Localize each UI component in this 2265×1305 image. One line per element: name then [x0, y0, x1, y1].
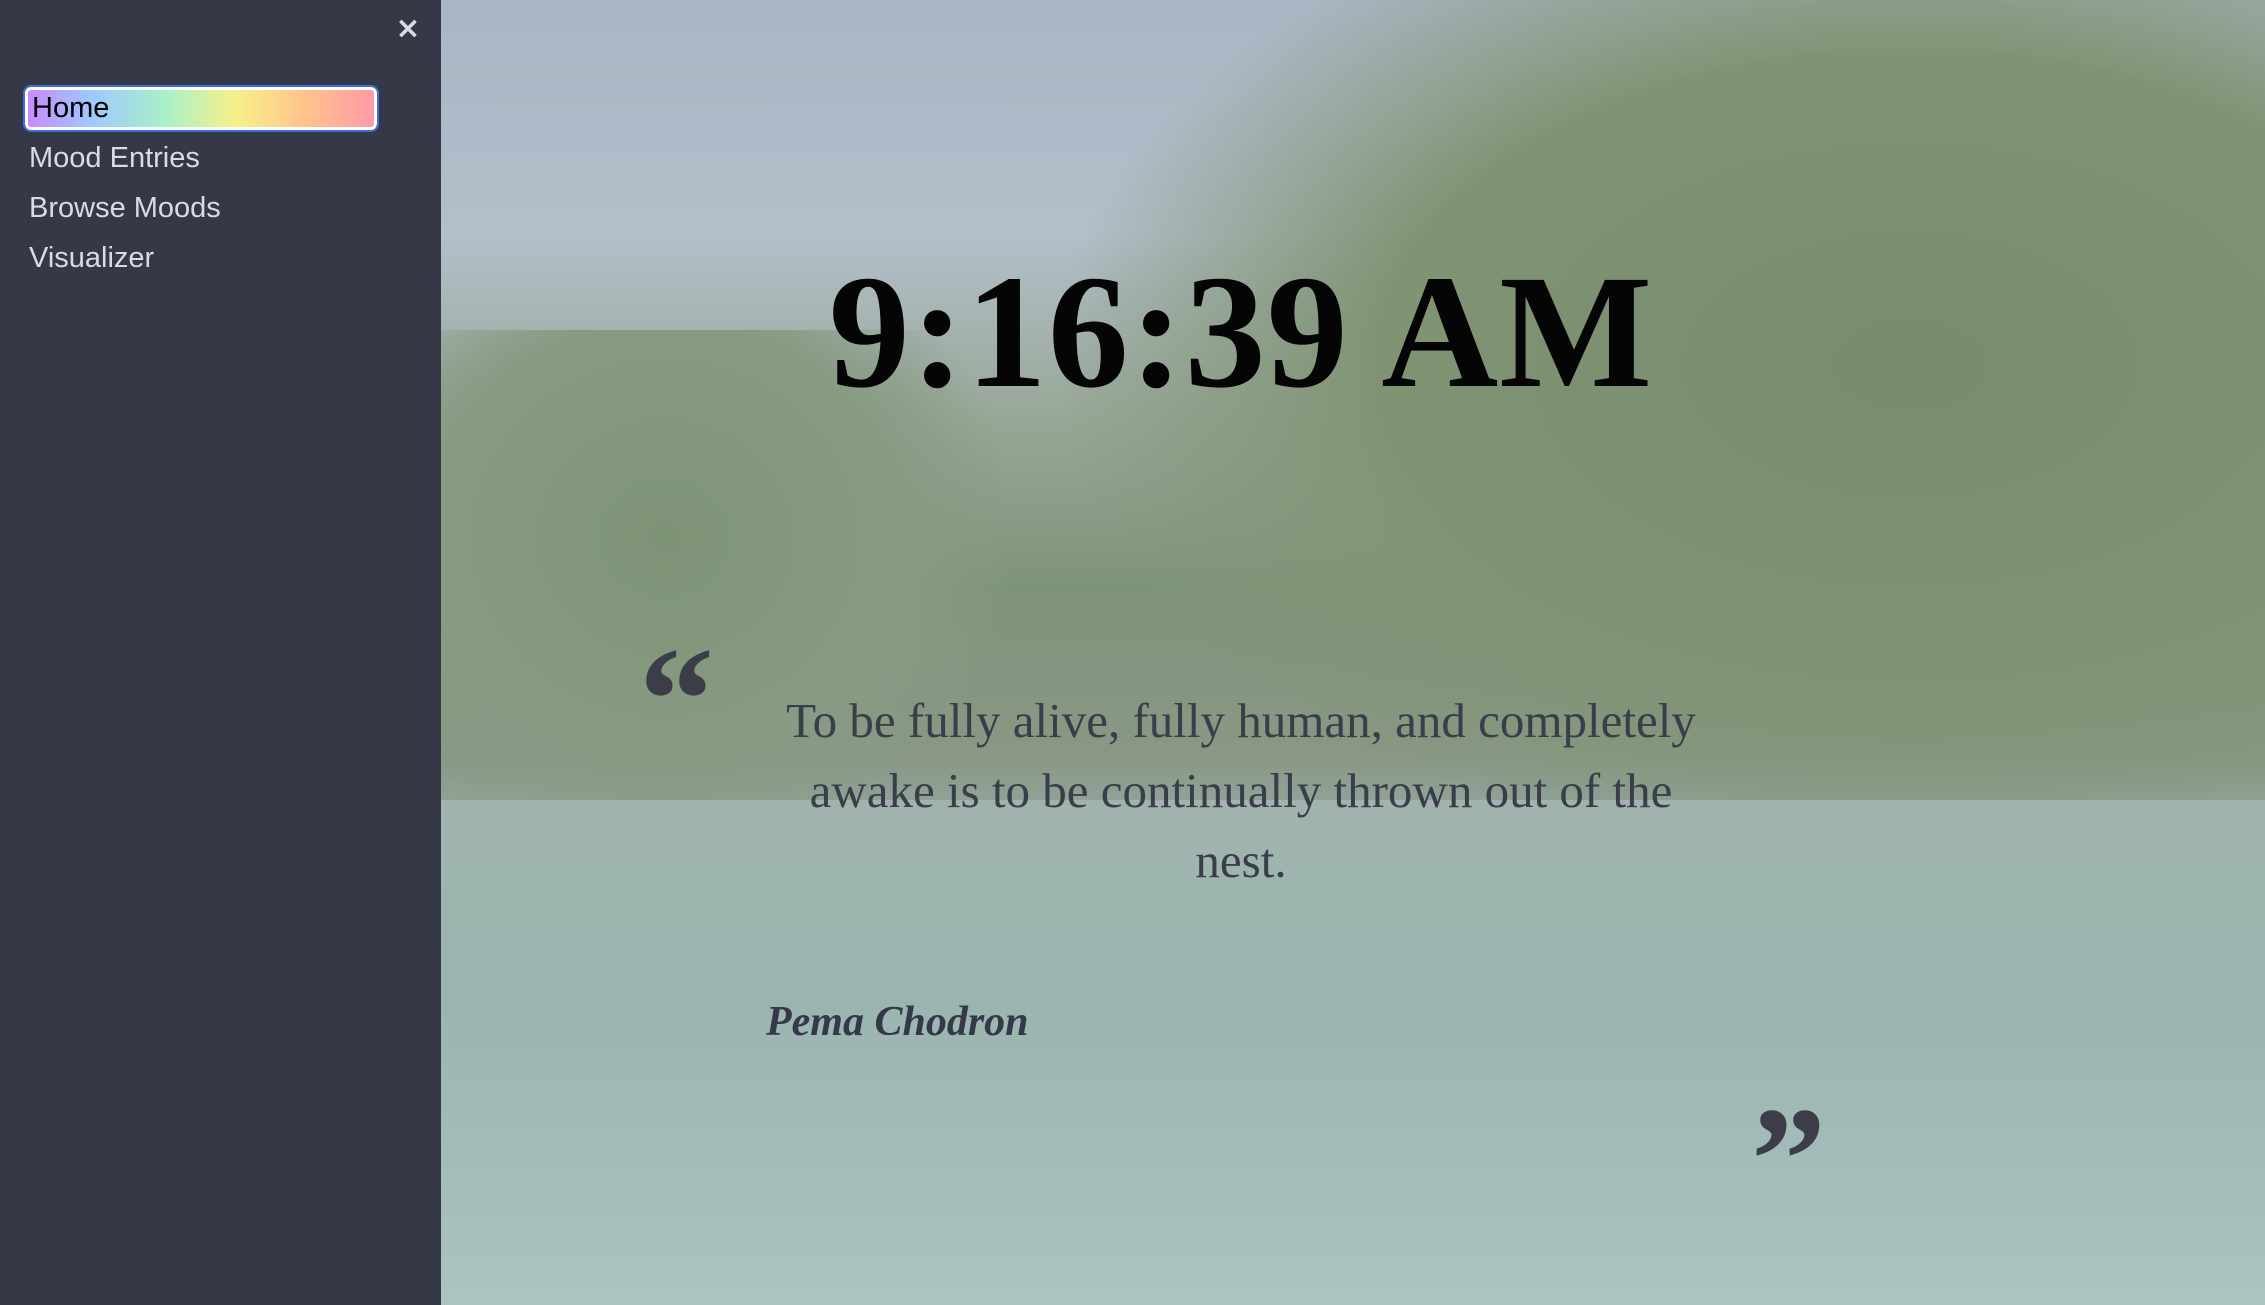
clock-display: 9:16:39 AM [828, 243, 1654, 422]
quote-text: To be fully alive, fully human, and comp… [786, 693, 1696, 888]
main-content: 9:16:39 AM “ To be fully alive, fully hu… [441, 0, 2265, 1305]
close-icon[interactable]: × [392, 8, 424, 48]
sidebar: × Home Mood Entries Browse Moods Visuali… [0, 0, 441, 1305]
quote-close-icon: ” [1751, 1077, 1826, 1243]
sidebar-item-mood-entries[interactable]: Mood Entries [25, 137, 377, 180]
background-overlay [441, 0, 2265, 1305]
sidebar-nav: Home Mood Entries Browse Moods Visualize… [23, 85, 379, 287]
sidebar-item-home[interactable]: Home [23, 85, 379, 132]
sidebar-item-browse-moods[interactable]: Browse Moods [25, 187, 377, 230]
quote-open-icon: “ [639, 617, 714, 783]
sidebar-item-visualizer[interactable]: Visualizer [25, 237, 377, 280]
quote-author: Pema Chodron [766, 999, 1029, 1045]
